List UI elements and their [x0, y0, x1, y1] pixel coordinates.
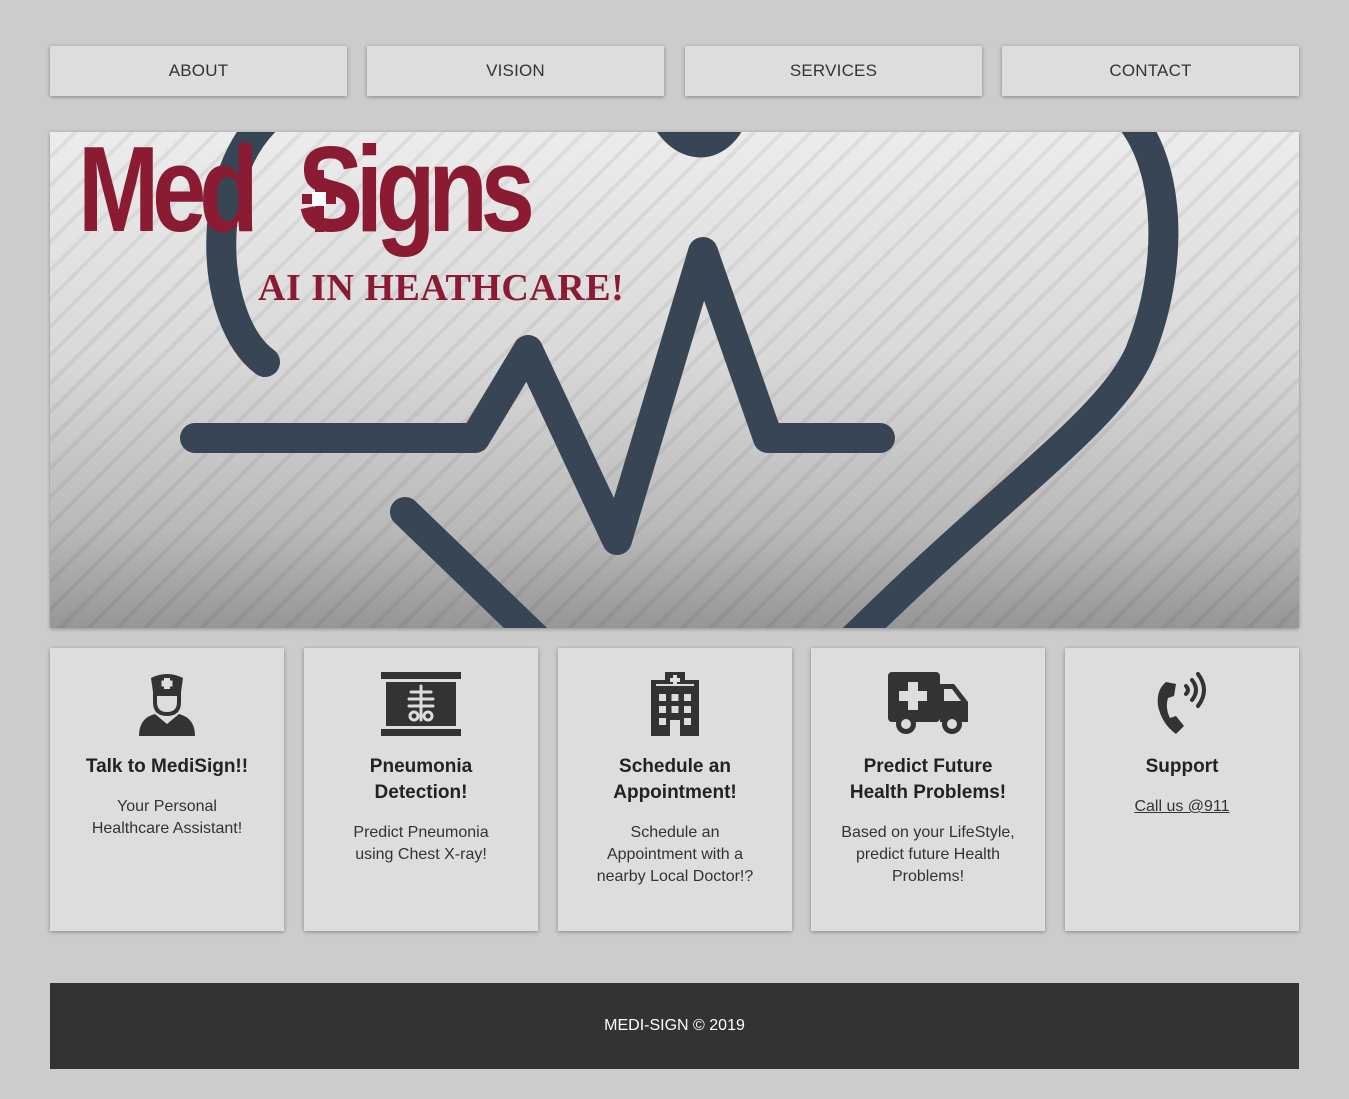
card-title: Predict Future Health Problems!: [849, 756, 1007, 803]
card-appointment: Schedule an Appointment! Schedule an App…: [558, 648, 792, 931]
card-title: Pneumonia Detection!: [369, 756, 473, 803]
hero-tagline: AI IN HEATHCARE!: [258, 267, 625, 309]
nav-vision-button[interactable]: VISION: [367, 46, 664, 96]
card-text: Based on your LifeStyle, predict future …: [841, 824, 1015, 885]
footer-text: MEDI-SIGN © 2019: [604, 1017, 745, 1034]
nav-about-button[interactable]: ABOUT: [50, 46, 347, 96]
card-title: Schedule an Appointment!: [613, 756, 737, 803]
footer: MEDI-SIGN © 2019: [50, 983, 1299, 1069]
top-nav: ABOUT VISION SERVICES CONTACT: [50, 46, 1299, 96]
card-pneumonia: Pneumonia Detection! Predict Pneumonia u…: [304, 648, 538, 931]
hospital-icon: [651, 672, 699, 736]
card-support: Support Call us @911: [1065, 648, 1299, 931]
card-talk: Talk to MediSign!! Your Personal Healthc…: [50, 648, 284, 931]
card-text: Call us @911: [1095, 796, 1269, 818]
card-text: Schedule an Appointment with a nearby Lo…: [596, 824, 754, 885]
ambulance-icon: [888, 672, 968, 734]
medical-cross-icon: [302, 170, 336, 232]
card-predict: Predict Future Health Problems! Based on…: [811, 648, 1045, 931]
card-text: Your Personal Healthcare Assistant!: [91, 798, 243, 837]
nurse-icon: [139, 674, 195, 736]
phone-volume-icon: [1157, 672, 1206, 734]
xray-icon: [381, 672, 461, 736]
feature-cards: Talk to MediSign!! Your Personal Healthc…: [50, 648, 1299, 931]
card-title: Support: [1145, 756, 1219, 777]
card-title: Talk to MediSign!!: [85, 756, 249, 777]
nav-services-button[interactable]: SERVICES: [685, 46, 982, 96]
card-text: Predict Pneumonia using Chest X-ray!: [353, 824, 489, 863]
nav-contact-button[interactable]: CONTACT: [1002, 46, 1299, 96]
hero-banner: Med Signs AI IN HEATHCARE!: [50, 132, 1299, 628]
call-link[interactable]: Call us @911: [1134, 798, 1229, 815]
